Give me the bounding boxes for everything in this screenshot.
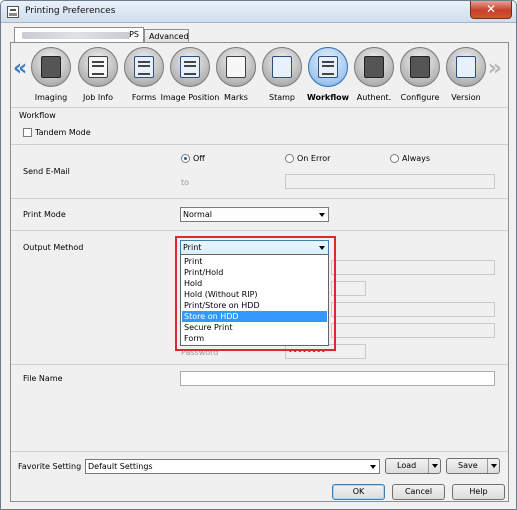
send-email-label: Send E-Mail — [23, 167, 70, 176]
image-position-icon — [180, 56, 200, 78]
printer-name-redacted — [22, 32, 130, 39]
dropdown-option[interactable]: Secure Print — [182, 322, 327, 333]
save-button-label: Save — [458, 461, 478, 470]
save-menu-chevron-icon[interactable] — [487, 459, 499, 473]
chevron-down-icon — [319, 213, 325, 217]
output-option-field-1[interactable] — [331, 260, 495, 275]
dropdown-option[interactable]: Hold — [182, 278, 327, 289]
help-button[interactable]: Help — [452, 484, 505, 500]
email-on-error-radio[interactable] — [285, 154, 294, 163]
dropdown-option[interactable]: Print/Store on HDD — [182, 300, 327, 311]
divider — [11, 230, 508, 231]
output-option-field-3[interactable] — [331, 302, 495, 317]
workflow-icon — [318, 56, 338, 78]
cancel-button[interactable]: Cancel — [392, 484, 445, 500]
forms-icon — [134, 56, 154, 78]
tab-ps[interactable]: PS — [14, 27, 144, 43]
icon-tab-version[interactable]: Version — [443, 47, 489, 105]
version-icon — [456, 56, 476, 78]
tandem-mode-checkbox[interactable] — [23, 128, 32, 137]
dropdown-option[interactable]: Print — [182, 256, 327, 267]
chevron-down-icon — [319, 246, 325, 250]
output-option-field-2[interactable] — [331, 281, 366, 296]
close-button[interactable]: ✕ — [470, 1, 512, 19]
load-button-label: Load — [397, 461, 417, 470]
workflow-section-label: Workflow — [19, 111, 56, 120]
tab-advanced[interactable]: Advanced — [144, 29, 189, 43]
output-method-dropdown-list: Print Print/Hold Hold Hold (Without RIP)… — [180, 254, 329, 346]
chevron-down-icon — [370, 465, 376, 469]
authentication-icon — [364, 56, 384, 78]
email-on-error-label: On Error — [297, 154, 331, 163]
dropdown-option[interactable]: Hold (Without RIP) — [182, 289, 327, 300]
output-method-value: Print — [183, 243, 202, 252]
divider — [11, 198, 508, 199]
save-button[interactable]: Save — [446, 458, 500, 474]
dropdown-option[interactable]: Print/Hold — [182, 267, 327, 278]
scroll-left-icon[interactable]: « — [13, 58, 27, 80]
scroll-right-icon[interactable]: » — [488, 58, 502, 80]
icon-tab-label: Version — [451, 93, 481, 102]
output-method-label: Output Method — [23, 243, 84, 252]
email-off-radio[interactable] — [181, 154, 190, 163]
divider — [11, 451, 508, 452]
output-method-select[interactable]: Print — [180, 240, 329, 255]
email-always-label: Always — [402, 154, 431, 163]
load-button[interactable]: Load — [385, 458, 441, 474]
file-name-label: File Name — [23, 374, 63, 383]
email-always-radio[interactable] — [390, 154, 399, 163]
output-option-field-4[interactable] — [331, 323, 495, 338]
load-menu-chevron-icon[interactable] — [428, 459, 440, 473]
divider — [11, 144, 508, 145]
ok-button[interactable]: OK — [332, 484, 385, 500]
function-icon-bar: « Imaging Job Info Forms Image Position … — [11, 43, 508, 105]
dropdown-option[interactable]: Form — [182, 333, 327, 344]
title-bar[interactable]: Printing Preferences ✕ — [1, 1, 516, 23]
email-to-field[interactable] — [285, 174, 495, 189]
favorite-setting-select[interactable]: Default Settings — [85, 459, 380, 474]
job-info-icon — [88, 56, 108, 78]
email-off-label: Off — [193, 154, 205, 163]
configure-icon — [410, 56, 430, 78]
divider — [11, 107, 508, 108]
stamp-icon — [272, 56, 292, 78]
file-name-input[interactable] — [180, 371, 495, 386]
tab-ps-label: PS — [129, 30, 139, 39]
printing-preferences-window: Printing Preferences ✕ PS Advanced « Ima… — [0, 0, 517, 510]
window-title: Printing Preferences — [25, 6, 116, 16]
print-mode-value: Normal — [183, 210, 212, 219]
print-mode-label: Print Mode — [23, 210, 66, 219]
email-to-label: to — [181, 178, 190, 187]
print-mode-select[interactable]: Normal — [180, 207, 329, 222]
tandem-mode-label: Tandem Mode — [35, 128, 91, 137]
imaging-icon — [41, 56, 61, 78]
divider — [11, 364, 508, 365]
dropdown-option-selected[interactable]: Store on HDD — [182, 311, 327, 322]
favorite-setting-value: Default Settings — [88, 462, 153, 471]
printer-icon — [7, 6, 19, 18]
favorite-setting-label: Favorite Setting — [18, 462, 82, 471]
marks-icon — [226, 56, 246, 78]
